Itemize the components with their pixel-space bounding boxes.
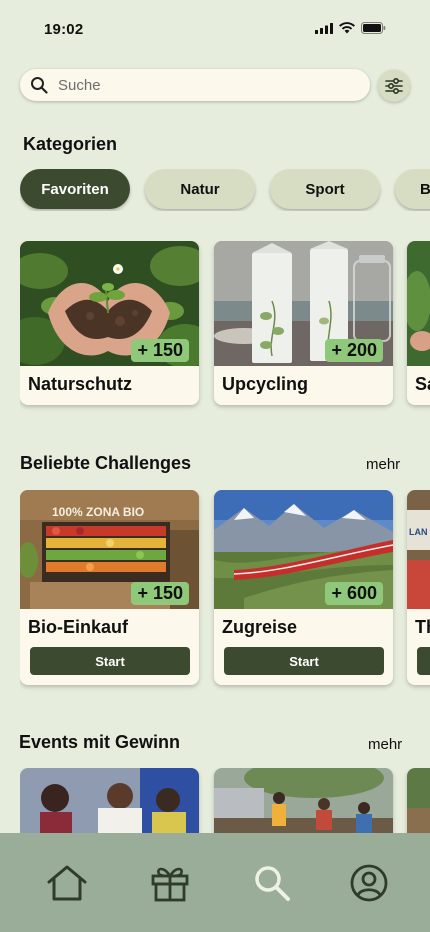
category-chips: Favoriten Natur Sport B [20,169,430,211]
partial-card-image [407,241,430,366]
category-card-naturschutz[interactable]: + 150 Naturschutz [20,241,199,405]
search-input[interactable] [58,76,338,94]
category-cards: + 150 Naturschutz + 200 Upcycling S [20,241,430,413]
nav-profile[interactable] [347,861,391,905]
chip-sport[interactable]: Sport [270,169,380,209]
cellular-signal-icon [315,22,333,34]
chip-favoriten[interactable]: Favoriten [20,169,130,209]
nav-search[interactable] [250,861,294,905]
status-icons [315,22,386,34]
bio-einkauf-image: 100% ZONA BIO + 150 [20,490,199,609]
wifi-icon [339,22,355,34]
zugreise-image: + 600 [214,490,393,609]
gift-icon [151,867,189,902]
upcycling-image: + 200 [214,241,393,366]
points-badge: + 200 [325,339,383,362]
naturschutz-image: + 150 [20,241,199,366]
event-image-1 [20,768,199,838]
sliders-icon [385,78,403,94]
challenge-cards: 100% ZONA BIO + 150 Bio-Einkauf Start + … [20,490,430,692]
search-icon [31,77,48,94]
filter-button[interactable] [378,70,410,102]
status-time: 19:02 [44,21,84,38]
challenge-card-bio-einkauf[interactable]: 100% ZONA BIO + 150 Bio-Einkauf Start [20,490,199,685]
bottom-nav [0,833,430,932]
search-icon [255,866,290,901]
start-button[interactable] [417,647,430,675]
shop-sign-text: 100% ZONA BIO [52,505,144,519]
event-card-2[interactable] [214,768,393,838]
events-more-link[interactable]: mehr [368,736,402,753]
nav-home[interactable] [45,861,89,905]
partial-sign-text: LAN [409,527,428,537]
start-button[interactable]: Start [30,647,190,675]
event-card-1[interactable] [20,768,199,838]
event-image-3 [407,768,430,838]
home-icon [47,865,87,901]
partial-challenge-image: LAN [407,490,430,609]
challenges-more-link[interactable]: mehr [366,456,400,473]
profile-icon [350,864,388,902]
card-title: Sa [415,374,430,394]
search-row [20,69,410,103]
card-title: Zugreise [222,617,298,637]
challenge-card-zugreise[interactable]: + 600 Zugreise Start [214,490,393,685]
card-title: Th [415,617,430,637]
events-title: Events mit Gewinn [19,732,181,752]
points-badge: + 600 [325,582,383,605]
start-button[interactable]: Start [224,647,384,675]
challenge-card-partial[interactable]: LAN Th [407,490,430,685]
card-title: Bio-Einkauf [28,617,129,637]
category-card-upcycling[interactable]: + 200 Upcycling [214,241,393,405]
event-image-2 [214,768,393,838]
card-title: Naturschutz [28,374,133,394]
event-cards [20,768,430,838]
search-box[interactable] [20,69,370,101]
chip-more[interactable]: B [395,169,430,209]
chip-natur[interactable]: Natur [145,169,255,209]
points-badge: + 150 [131,582,189,605]
categories-title: Kategorien [23,134,118,154]
event-card-partial[interactable] [407,768,430,838]
battery-icon [361,22,386,34]
nav-rewards[interactable] [148,861,192,905]
category-card-partial[interactable]: Sa [407,241,430,405]
points-badge: + 150 [131,339,189,362]
status-bar: 19:02 [0,0,430,60]
challenges-title: Beliebte Challenges [20,453,192,473]
card-title: Upcycling [222,374,309,394]
